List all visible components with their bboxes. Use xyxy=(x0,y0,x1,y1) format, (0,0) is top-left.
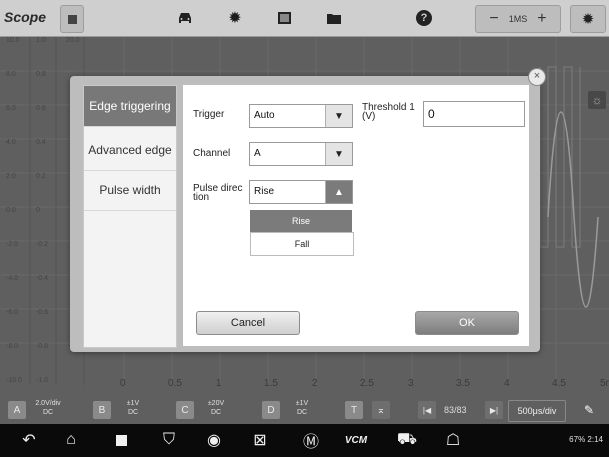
channel-c-scale: ±20V xyxy=(207,400,225,407)
camera-icon[interactable]: ◉ xyxy=(203,429,225,451)
car-nav-icon[interactable]: ⛟ xyxy=(396,429,418,451)
chevron-up-icon: ▲ xyxy=(325,181,352,203)
pulse-direction-label: Pulse direc tion xyxy=(193,183,243,203)
channel-c-button[interactable]: C xyxy=(176,401,194,419)
maxi-icon[interactable]: Ⓜ xyxy=(300,429,322,451)
settings-button[interactable]: ✹ xyxy=(570,5,606,33)
trigger-t-button[interactable]: T xyxy=(345,401,363,419)
threshold-label: Threshold 1 (V) xyxy=(362,102,415,122)
timebase-plus-button[interactable]: + xyxy=(537,10,546,28)
channel-bar: A 2.0V/div DC B ±1V DC C ±20V DC D ±1V D… xyxy=(0,397,609,424)
screenshot-icon[interactable]: ⊠ xyxy=(249,429,271,451)
tab-advanced-edge[interactable]: Advanced edge xyxy=(84,130,176,171)
threshold-input[interactable]: 0 xyxy=(423,101,525,127)
trigger-label: Trigger xyxy=(193,109,225,120)
channel-a-coupling: DC xyxy=(42,409,54,416)
trigger-select[interactable]: Auto ▼ xyxy=(249,104,353,128)
trigger-value: Auto xyxy=(254,110,275,121)
channel-b-button[interactable]: B xyxy=(93,401,111,419)
pen-icon[interactable]: ✎ xyxy=(580,401,598,419)
system-nav-bar: ↶ ⌂ ⛉ ◉ ⊠ Ⓜ VCM ⛟ ☖ 67% 2:14 xyxy=(0,424,609,457)
user-icon[interactable]: ☖ xyxy=(442,429,464,451)
timebase-control: − 1MS + xyxy=(475,5,561,33)
pulse-direction-value: Rise xyxy=(254,186,275,197)
channel-value: A xyxy=(254,148,261,159)
top-toolbar: Scope ✹ ? − 1MS + ✹ xyxy=(0,0,609,37)
trigger-edge-icon[interactable]: ⌅ xyxy=(372,401,390,419)
first-page-icon[interactable]: |◀ xyxy=(418,401,436,419)
stop-button[interactable] xyxy=(60,5,84,33)
home-icon[interactable]: ⌂ xyxy=(60,429,82,451)
channel-a-scale: 2.0V/div xyxy=(35,400,61,407)
channel-b-scale: ±1V xyxy=(126,400,140,407)
pulse-direction-select[interactable]: Rise ▲ xyxy=(249,180,353,204)
last-page-icon[interactable]: ▶| xyxy=(485,401,503,419)
monitor-icon[interactable] xyxy=(273,8,295,28)
channel-d-info: ±1V DC xyxy=(282,399,322,417)
channel-c-info: ±20V DC xyxy=(196,399,236,417)
help-icon[interactable]: ? xyxy=(413,8,435,28)
ok-button[interactable]: OK xyxy=(415,311,519,335)
app-title: Scope xyxy=(4,9,47,25)
channel-a-button[interactable]: A xyxy=(8,401,26,419)
recent-apps-icon[interactable] xyxy=(110,429,132,451)
channel-b-coupling: DC xyxy=(127,409,139,416)
gear-icon[interactable]: ✹ xyxy=(224,8,246,28)
pulse-option-rise[interactable]: Rise xyxy=(250,210,352,232)
trigger-tabs: Edge triggering Advanced edge Pulse widt… xyxy=(83,85,177,348)
channel-a-info: 2.0V/div DC xyxy=(28,399,68,417)
cancel-button[interactable]: Cancel xyxy=(196,311,300,335)
clock: 2:14 xyxy=(587,435,603,444)
folder-icon[interactable] xyxy=(323,8,345,28)
tab-edge-triggering[interactable]: Edge triggering xyxy=(84,86,176,127)
car-icon[interactable] xyxy=(174,8,196,28)
channel-d-scale: ±1V xyxy=(295,400,309,407)
chevron-down-icon: ▼ xyxy=(325,143,352,165)
vcmi-icon[interactable]: VCM xyxy=(345,429,367,451)
close-icon[interactable]: × xyxy=(528,68,546,86)
back-icon[interactable]: ↶ xyxy=(18,429,40,451)
channel-c-coupling: DC xyxy=(210,409,222,416)
timebase-value: 1MS xyxy=(508,14,528,24)
channel-b-info: ±1V DC xyxy=(113,399,153,417)
timebase-minus-button[interactable]: − xyxy=(489,10,498,28)
page-counter: 83/83 xyxy=(444,405,467,415)
threshold-value: 0 xyxy=(428,107,435,121)
settings-icon: ✹ xyxy=(581,11,595,28)
trigger-settings-panel: Trigger Auto ▼ Threshold 1 (V) 0 Channel… xyxy=(183,85,529,346)
vpn-icon[interactable]: ⛉ xyxy=(158,429,180,451)
status-area: 67% 2:14 xyxy=(569,435,603,444)
channel-d-button[interactable]: D xyxy=(262,401,280,419)
channel-d-coupling: DC xyxy=(296,409,308,416)
tab-pulse-width[interactable]: Pulse width xyxy=(84,170,176,211)
chevron-down-icon: ▼ xyxy=(325,105,352,127)
pulse-option-fall[interactable]: Fall xyxy=(250,232,354,256)
time-per-div[interactable]: 500μs/div xyxy=(508,400,566,422)
stop-icon xyxy=(67,14,77,24)
battery-level: 67% xyxy=(569,435,586,444)
channel-select[interactable]: A ▼ xyxy=(249,142,353,166)
channel-label: Channel xyxy=(193,148,231,159)
